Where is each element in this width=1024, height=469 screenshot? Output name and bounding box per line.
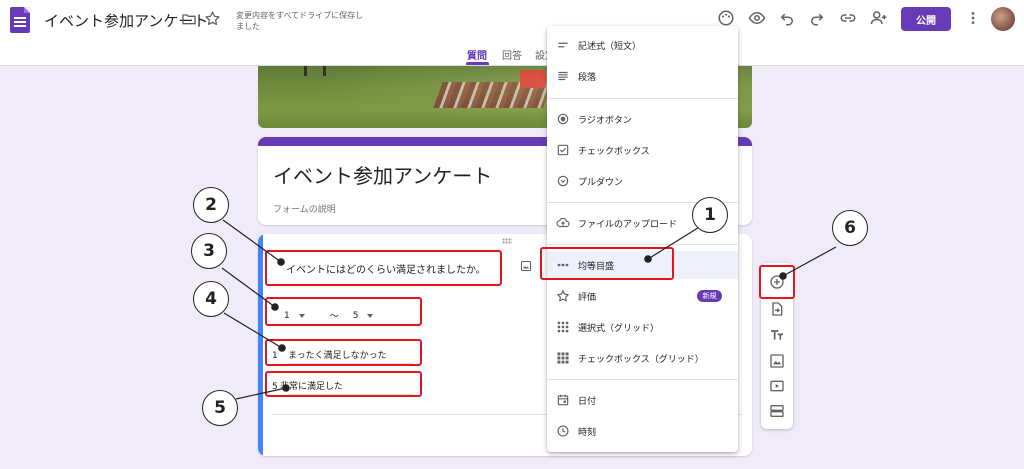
- chevron-down-icon: [367, 313, 374, 318]
- menu-divider: [547, 379, 738, 380]
- calendar-icon: [557, 394, 569, 406]
- low-label-field[interactable]: 1 まったく満足しなかった: [272, 348, 413, 364]
- palette-icon[interactable]: [717, 9, 735, 27]
- radio-button-icon: [557, 113, 569, 125]
- menu-item-linear-scale[interactable]: 均等目盛: [547, 251, 738, 279]
- folder-icon[interactable]: [181, 11, 197, 27]
- scale-range-selector: 1 〜 5: [284, 309, 374, 322]
- tab-responses[interactable]: 回答: [502, 47, 522, 62]
- new-badge: 新規: [697, 290, 722, 302]
- add-video-icon[interactable]: [769, 378, 785, 394]
- cloud-upload-icon: [556, 217, 570, 228]
- chevron-down-icon: [298, 313, 305, 318]
- tab-questions[interactable]: 質問: [467, 47, 487, 62]
- menu-item-short-answer[interactable]: 記述式（短文）: [547, 31, 738, 59]
- add-image-icon[interactable]: [520, 260, 532, 272]
- annotation-marker-5: 5: [202, 390, 238, 426]
- paragraph-icon: [558, 71, 568, 81]
- google-forms-icon[interactable]: [10, 7, 30, 33]
- field-underline: [288, 363, 413, 364]
- menu-item-dropdown[interactable]: プルダウン: [547, 167, 738, 195]
- linear-scale-icon: [557, 263, 569, 267]
- scale-min-select[interactable]: 1: [284, 311, 305, 321]
- add-collaborator-icon[interactable]: [870, 9, 888, 27]
- scale-max-select[interactable]: 5: [353, 311, 374, 321]
- more-vert-icon[interactable]: [965, 10, 981, 26]
- menu-divider: [547, 202, 738, 203]
- checkbox-icon: [557, 144, 569, 156]
- annotation-marker-6: 6: [832, 210, 868, 246]
- question-title[interactable]: イベントにはどのくらい満足されましたか。: [286, 261, 486, 276]
- star-icon[interactable]: [204, 10, 221, 27]
- form-description[interactable]: フォームの説明: [273, 202, 336, 215]
- menu-item-rating[interactable]: 評価 新規: [547, 282, 738, 310]
- drag-handle-icon[interactable]: [502, 238, 512, 244]
- clock-icon: [557, 425, 569, 437]
- menu-item-checkbox-grid[interactable]: チェックボックス（グリッド）: [547, 344, 738, 372]
- menu-item-time[interactable]: 時刻: [547, 417, 738, 445]
- active-question-indicator: [258, 234, 263, 456]
- menu-divider: [547, 98, 738, 99]
- dropdown-icon: [557, 175, 569, 187]
- high-label-field[interactable]: 5 非常に満足した: [272, 379, 413, 395]
- low-label-text[interactable]: まったく満足しなかった: [288, 351, 387, 361]
- avatar[interactable]: [991, 7, 1015, 31]
- undo-icon[interactable]: [778, 9, 796, 27]
- short-answer-icon: [558, 42, 568, 48]
- menu-divider: [547, 244, 738, 245]
- annotation-marker-4: 4: [193, 281, 229, 317]
- question-type-menu: 記述式（短文） 段落 ラジオボタン チェックボックス プルダウン ファイルのアッ…: [547, 26, 738, 452]
- menu-item-date[interactable]: 日付: [547, 386, 738, 414]
- multiple-choice-grid-icon: [557, 321, 569, 333]
- save-status: 変更内容をすべてドライブに保存しました: [236, 11, 364, 31]
- import-questions-icon[interactable]: [769, 301, 785, 317]
- form-title[interactable]: イベント参加アンケート: [273, 160, 492, 189]
- field-underline: [288, 394, 413, 395]
- add-image-icon[interactable]: [769, 353, 785, 369]
- active-tab-indicator: [466, 62, 489, 65]
- menu-item-radio-button[interactable]: ラジオボタン: [547, 105, 738, 133]
- publish-button[interactable]: 公開: [901, 7, 951, 31]
- annotation-marker-3: 3: [191, 233, 227, 269]
- add-section-icon[interactable]: [769, 403, 785, 419]
- high-label-text[interactable]: 非常に満足した: [280, 382, 343, 392]
- menu-item-checkbox[interactable]: チェックボックス: [547, 136, 738, 164]
- add-question-icon[interactable]: [769, 274, 785, 290]
- preview-eye-icon[interactable]: [748, 9, 766, 27]
- checkbox-grid-icon: [557, 352, 569, 364]
- link-icon[interactable]: [839, 9, 857, 27]
- annotation-marker-2: 2: [193, 187, 229, 223]
- redo-icon[interactable]: [808, 9, 826, 27]
- scale-separator: 〜: [329, 312, 339, 322]
- menu-item-paragraph[interactable]: 段落: [547, 62, 738, 90]
- low-label-number: 1: [272, 351, 278, 361]
- floating-toolbar: [761, 263, 793, 429]
- high-label-number: 5: [272, 382, 278, 392]
- add-title-icon[interactable]: [769, 327, 785, 343]
- menu-item-multiple-choice-grid[interactable]: 選択式（グリッド）: [547, 313, 738, 341]
- menu-item-file-upload[interactable]: ファイルのアップロード: [547, 209, 738, 237]
- star-rating-icon: [557, 290, 569, 302]
- app-header: イベント参加アンケート 変更内容をすべてドライブに保存しました 公開 質問 回答…: [0, 0, 1024, 66]
